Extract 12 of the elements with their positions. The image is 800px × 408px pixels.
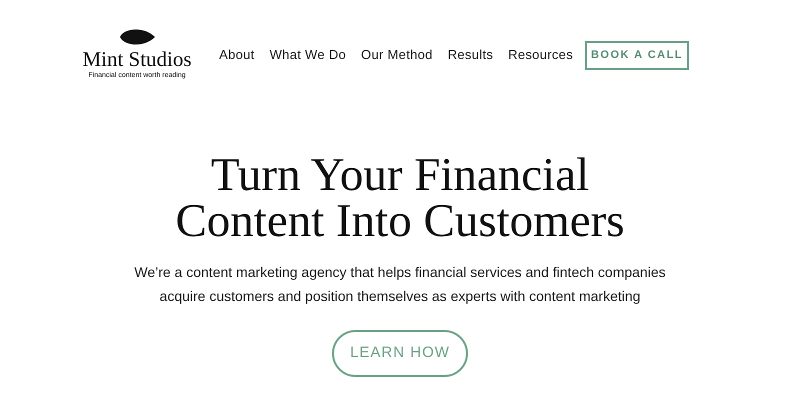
nav-link[interactable]: What We Do xyxy=(270,45,346,65)
hero-subtitle: acquire customers and position themselves as experts with content marketing xyxy=(160,287,640,306)
nav-link[interactable]: Resources xyxy=(508,45,573,65)
logo-text[interactable]: Mint Studios xyxy=(82,46,192,70)
book-call-button[interactable]: BOOK A CALL xyxy=(585,40,689,70)
nav-link[interactable]: About xyxy=(219,45,255,65)
leaf-icon xyxy=(118,26,156,46)
nav-link[interactable]: Results xyxy=(448,45,494,65)
hero-heading: Turn Your Financial xyxy=(210,152,590,198)
hero-subtitle: We’re a content marketing agency that helps financial services and fintech companies xyxy=(134,263,666,282)
hero-heading: Content Into Customers xyxy=(175,198,625,244)
nav-link[interactable]: Our Method xyxy=(361,45,433,65)
